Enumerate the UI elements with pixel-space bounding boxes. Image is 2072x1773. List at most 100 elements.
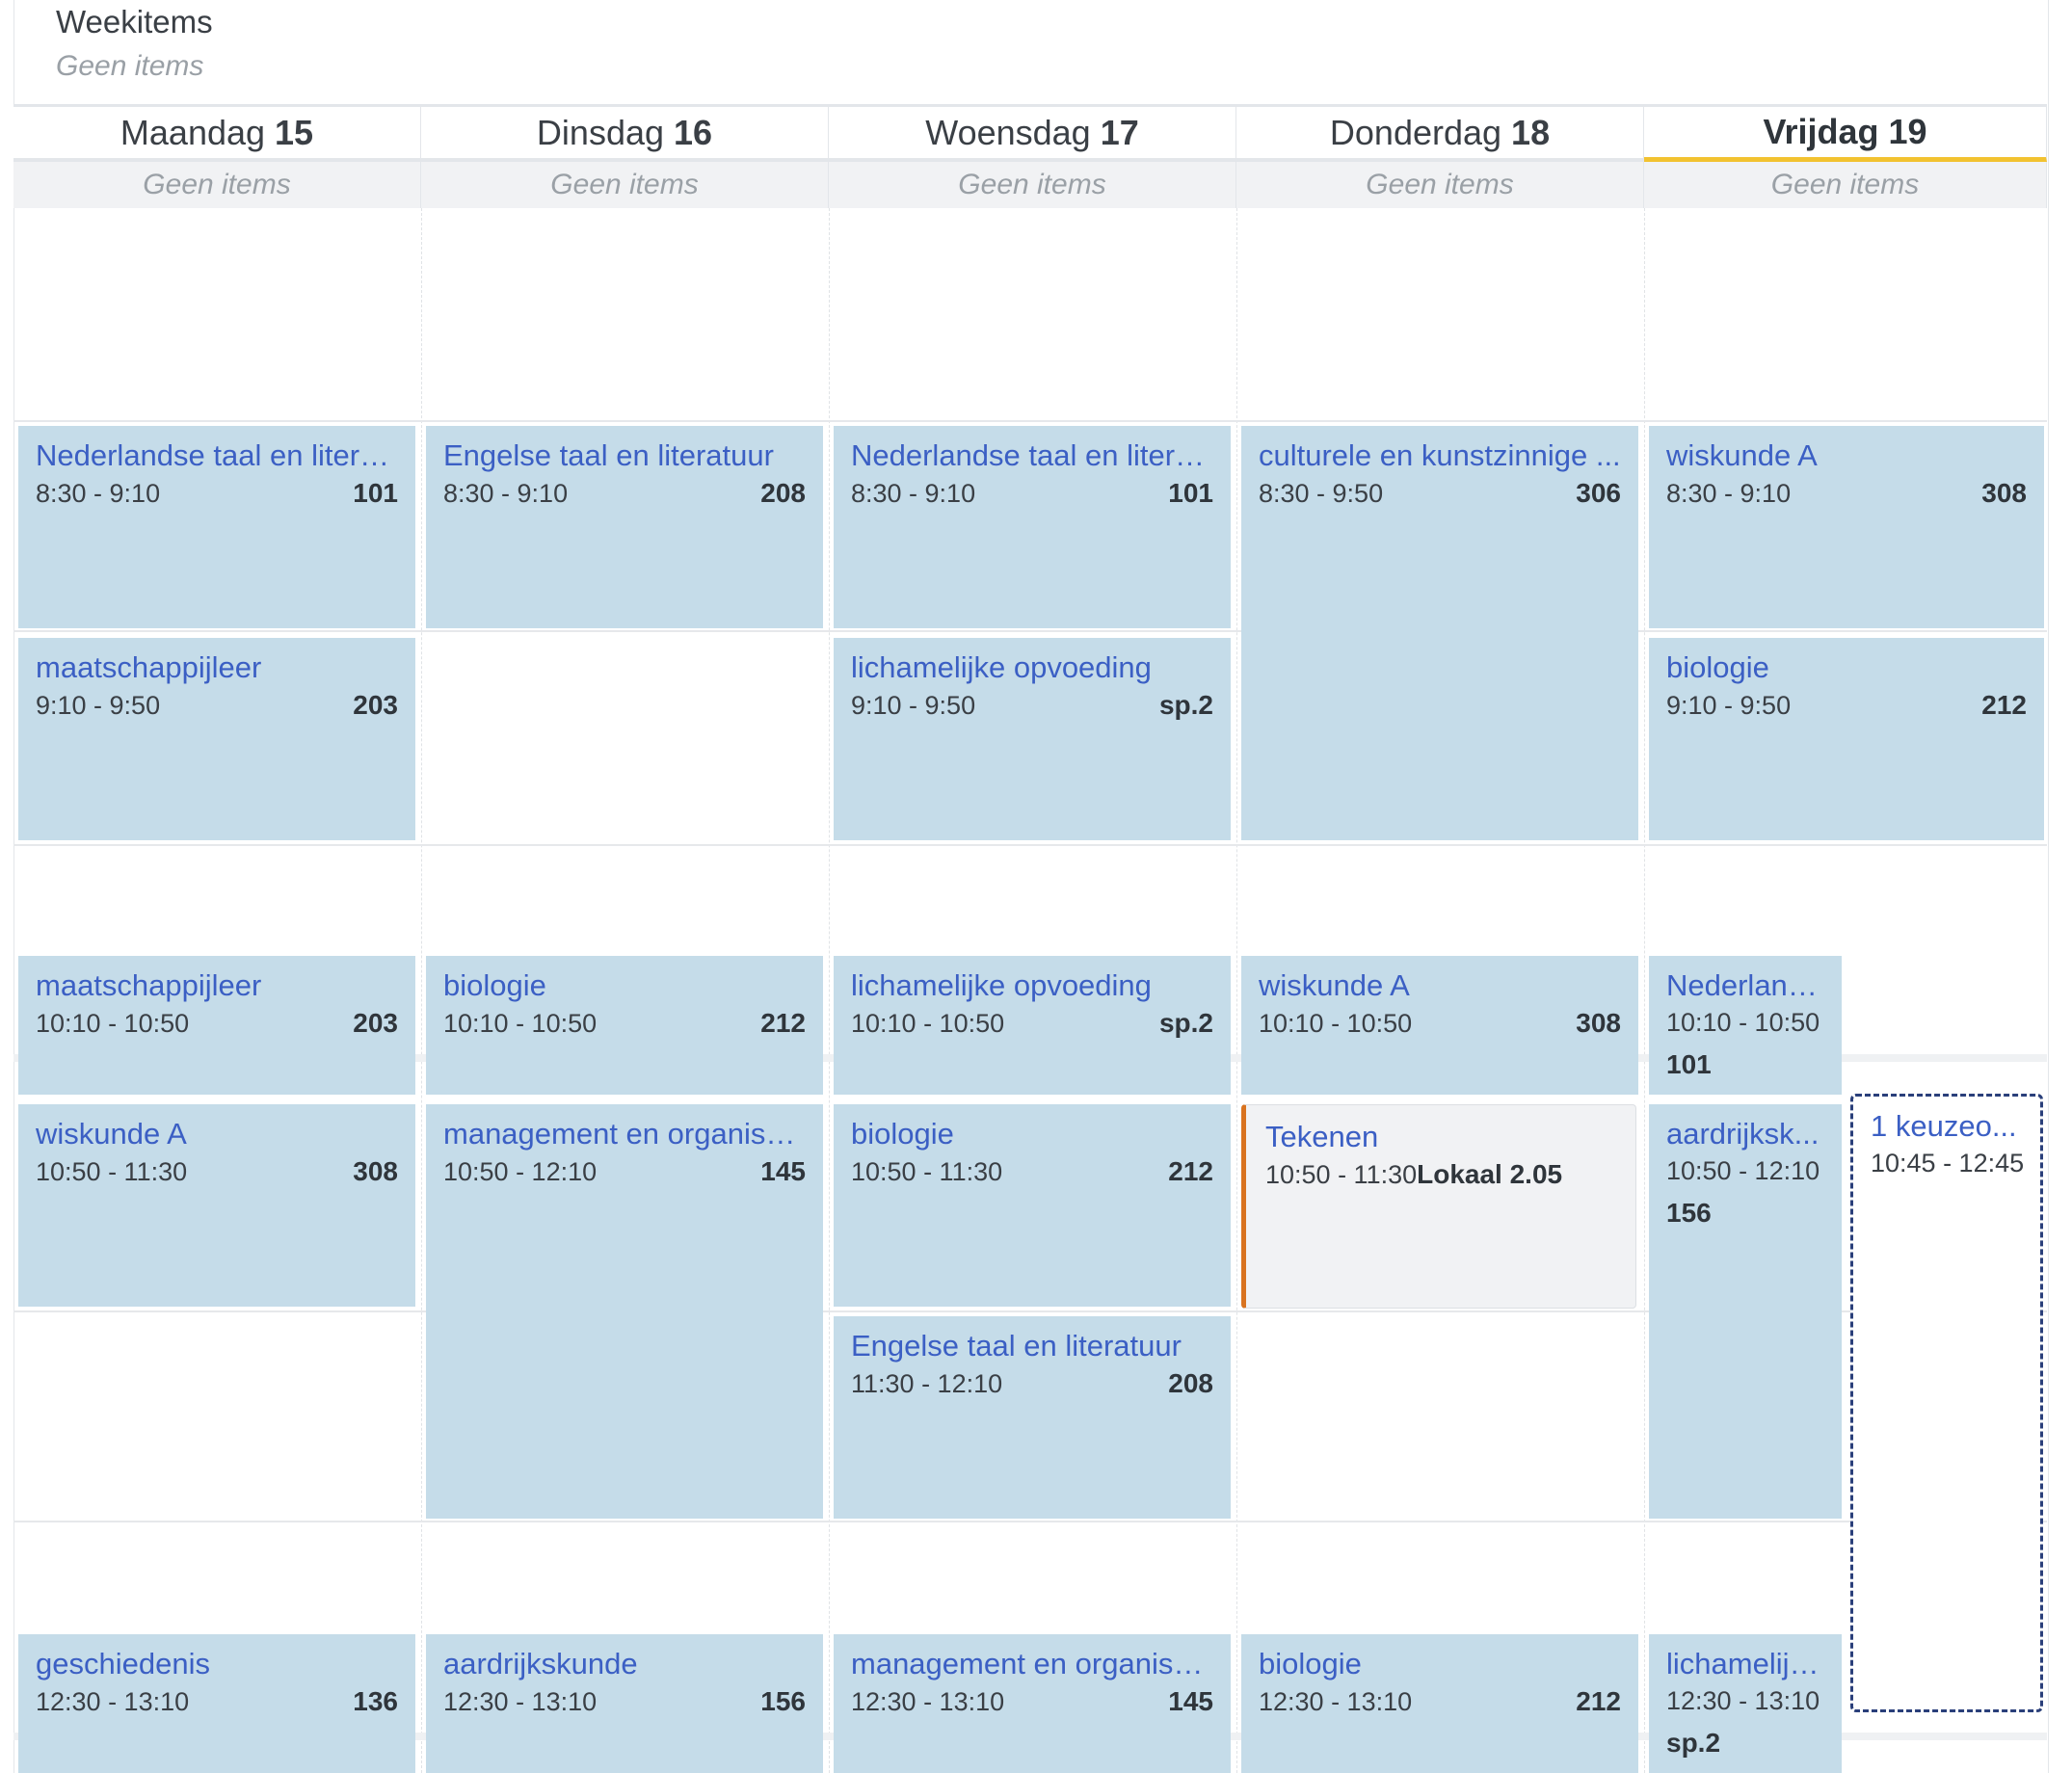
lesson-block[interactable]: aardrijksk... 10:50 - 12:10 156	[1649, 1104, 1842, 1519]
day-divider	[421, 208, 422, 1773]
lesson-block[interactable]: wiskunde A 8:30 - 9:10 308	[1649, 426, 2044, 628]
lesson-time: 12:30 - 13:10	[1666, 1686, 1820, 1715]
lesson-title: lichamelijk...	[1666, 1647, 1824, 1680]
appointment-time: 10:50 - 11:30	[1265, 1160, 1418, 1189]
lesson-block[interactable]: lichamelijk... 12:30 - 13:10 sp.2	[1649, 1634, 1842, 1773]
lesson-room: 212	[760, 1008, 806, 1038]
appointment-location: Lokaal 2.05	[1417, 1159, 1563, 1189]
lesson-room: 156	[760, 1686, 806, 1716]
choice-time: 10:45 - 12:45	[1871, 1149, 2025, 1178]
lesson-time: 10:10 - 10:50	[1666, 1008, 1820, 1037]
appointment-block[interactable]: Tekenen 10:50 - 11:30Lokaal 2.05	[1241, 1104, 1636, 1309]
day-items-wednesday: Geen items	[829, 162, 1236, 208]
lesson-block[interactable]: geschiedenis 12:30 - 13:10 136	[18, 1634, 415, 1773]
lesson-time: 12:30 - 13:10	[851, 1687, 1005, 1716]
lesson-block[interactable]: management en organisatie 12:30 - 13:10 1…	[834, 1634, 1231, 1773]
hour-line	[13, 844, 2047, 846]
appointment-title: Tekenen	[1265, 1120, 1379, 1153]
lesson-room: 156	[1666, 1198, 1712, 1228]
lesson-time: 12:30 - 13:10	[1259, 1687, 1413, 1716]
lesson-block[interactable]: biologie 12:30 - 13:10 212	[1241, 1634, 1638, 1773]
lesson-block[interactable]: aardrijkskunde 12:30 - 13:10 156	[426, 1634, 823, 1773]
lesson-block[interactable]: biologie 9:10 - 9:50 212	[1649, 638, 2044, 840]
lesson-block[interactable]: Nederland... 10:10 - 10:50 101	[1649, 956, 1842, 1095]
lesson-block[interactable]: maatschappijleer 10:10 - 10:50 203	[18, 956, 415, 1095]
lesson-title: biologie	[1259, 1647, 1362, 1680]
lesson-time: 9:10 - 9:50	[851, 691, 976, 720]
lesson-block[interactable]: Engelse taal en literatuur 8:30 - 9:10 20…	[426, 426, 823, 628]
lesson-time: 12:30 - 13:10	[36, 1687, 190, 1716]
lesson-title: Nederlandse taal en literat...	[36, 438, 398, 472]
day-header-friday[interactable]: Vrijdag 19	[1644, 104, 2047, 162]
hour-line	[13, 1521, 2047, 1522]
lesson-room: 136	[353, 1686, 398, 1716]
lesson-time: 10:10 - 10:50	[36, 1009, 190, 1038]
lesson-room: 101	[1666, 1049, 1712, 1079]
day-header-tuesday[interactable]: Dinsdag 16	[421, 104, 829, 162]
day-header-wednesday[interactable]: Woensdag 17	[829, 104, 1236, 162]
lesson-block[interactable]: management en organisatie 10:50 - 12:10 1…	[426, 1104, 823, 1519]
day-divider	[1644, 208, 1645, 1773]
lesson-title: biologie	[443, 968, 546, 1002]
day-items-tuesday: Geen items	[421, 162, 829, 208]
choice-block[interactable]: 1 keuzeo... 10:45 - 12:45	[1850, 1094, 2043, 1712]
lesson-room: 212	[1168, 1156, 1213, 1186]
choice-title: 1 keuzeo...	[1871, 1109, 2017, 1143]
lesson-time: 9:10 - 9:50	[1666, 691, 1792, 720]
day-number: 18	[1511, 112, 1551, 152]
lesson-time: 10:10 - 10:50	[1259, 1009, 1413, 1038]
day-name: Maandag	[120, 112, 266, 152]
lesson-title: Engelse taal en literatuur	[443, 438, 774, 472]
hour-line	[13, 630, 2047, 632]
lesson-block[interactable]: wiskunde A 10:10 - 10:50 308	[1241, 956, 1638, 1095]
lesson-room: 308	[1981, 478, 2027, 508]
lesson-title: lichamelijke opvoeding	[851, 968, 1152, 1002]
day-number: 19	[1888, 112, 1927, 151]
lesson-room: 208	[760, 478, 806, 508]
lesson-title: Nederland...	[1666, 968, 1824, 1002]
lesson-room: sp.2	[1666, 1728, 1721, 1758]
lesson-time: 10:50 - 12:10	[1666, 1156, 1820, 1185]
lesson-room: 212	[1576, 1686, 1621, 1716]
day-header-monday[interactable]: Maandag 15	[13, 104, 421, 162]
lesson-block[interactable]: lichamelijke opvoeding 9:10 - 9:50 sp.2	[834, 638, 1231, 840]
day-number: 15	[275, 112, 314, 152]
lesson-room: 145	[1168, 1686, 1213, 1716]
lesson-room: 203	[353, 690, 398, 720]
lesson-title: biologie	[851, 1117, 954, 1151]
lesson-room: 212	[1981, 690, 2027, 720]
day-items-thursday: Geen items	[1236, 162, 1644, 208]
lesson-block[interactable]: Engelse taal en literatuur 11:30 - 12:10…	[834, 1316, 1231, 1519]
lesson-block[interactable]: biologie 10:10 - 10:50 212	[426, 956, 823, 1095]
lesson-time: 10:50 - 12:10	[443, 1157, 598, 1186]
day-number: 16	[674, 112, 713, 152]
lesson-block[interactable]: biologie 10:50 - 11:30 212	[834, 1104, 1231, 1307]
lesson-title: geschiedenis	[36, 1647, 210, 1680]
lesson-time: 10:10 - 10:50	[443, 1009, 598, 1038]
lesson-time: 10:50 - 11:30	[851, 1157, 1003, 1186]
lesson-block[interactable]: wiskunde A 10:50 - 11:30 308	[18, 1104, 415, 1307]
day-header-thursday[interactable]: Donderdag 18	[1236, 104, 1644, 162]
lesson-room: 308	[353, 1156, 398, 1186]
lesson-block[interactable]: culturele en kunstzinnige ... 8:30 - 9:5…	[1241, 426, 1638, 840]
weekitems-empty-text: Geen items	[56, 50, 204, 82]
lesson-time: 11:30 - 12:10	[851, 1369, 1003, 1398]
lesson-block[interactable]: maatschappijleer 9:10 - 9:50 203	[18, 638, 415, 840]
lesson-room: sp.2	[1158, 1008, 1213, 1038]
lesson-title: Nederlandse taal en literat...	[851, 438, 1213, 472]
lesson-time: 9:10 - 9:50	[36, 691, 161, 720]
lesson-title: wiskunde A	[36, 1117, 187, 1151]
lesson-block[interactable]: lichamelijke opvoeding 10:10 - 10:50 sp.2	[834, 956, 1231, 1095]
lesson-block[interactable]: Nederlandse taal en literat... 8:30 - 9:…	[18, 426, 415, 628]
lesson-time: 10:10 - 10:50	[851, 1009, 1005, 1038]
lesson-block[interactable]: Nederlandse taal en literat... 8:30 - 9:…	[834, 426, 1231, 628]
lesson-room: sp.2	[1158, 690, 1213, 720]
lesson-room: 145	[760, 1156, 806, 1186]
lesson-title: management en organisatie	[443, 1117, 806, 1151]
lesson-title: wiskunde A	[1259, 968, 1410, 1002]
lesson-title: maatschappijleer	[36, 968, 262, 1002]
lesson-title: aardrijkskunde	[443, 1647, 638, 1680]
lesson-room: 101	[1168, 478, 1213, 508]
lesson-title: wiskunde A	[1666, 438, 1818, 472]
day-divider	[829, 208, 830, 1773]
